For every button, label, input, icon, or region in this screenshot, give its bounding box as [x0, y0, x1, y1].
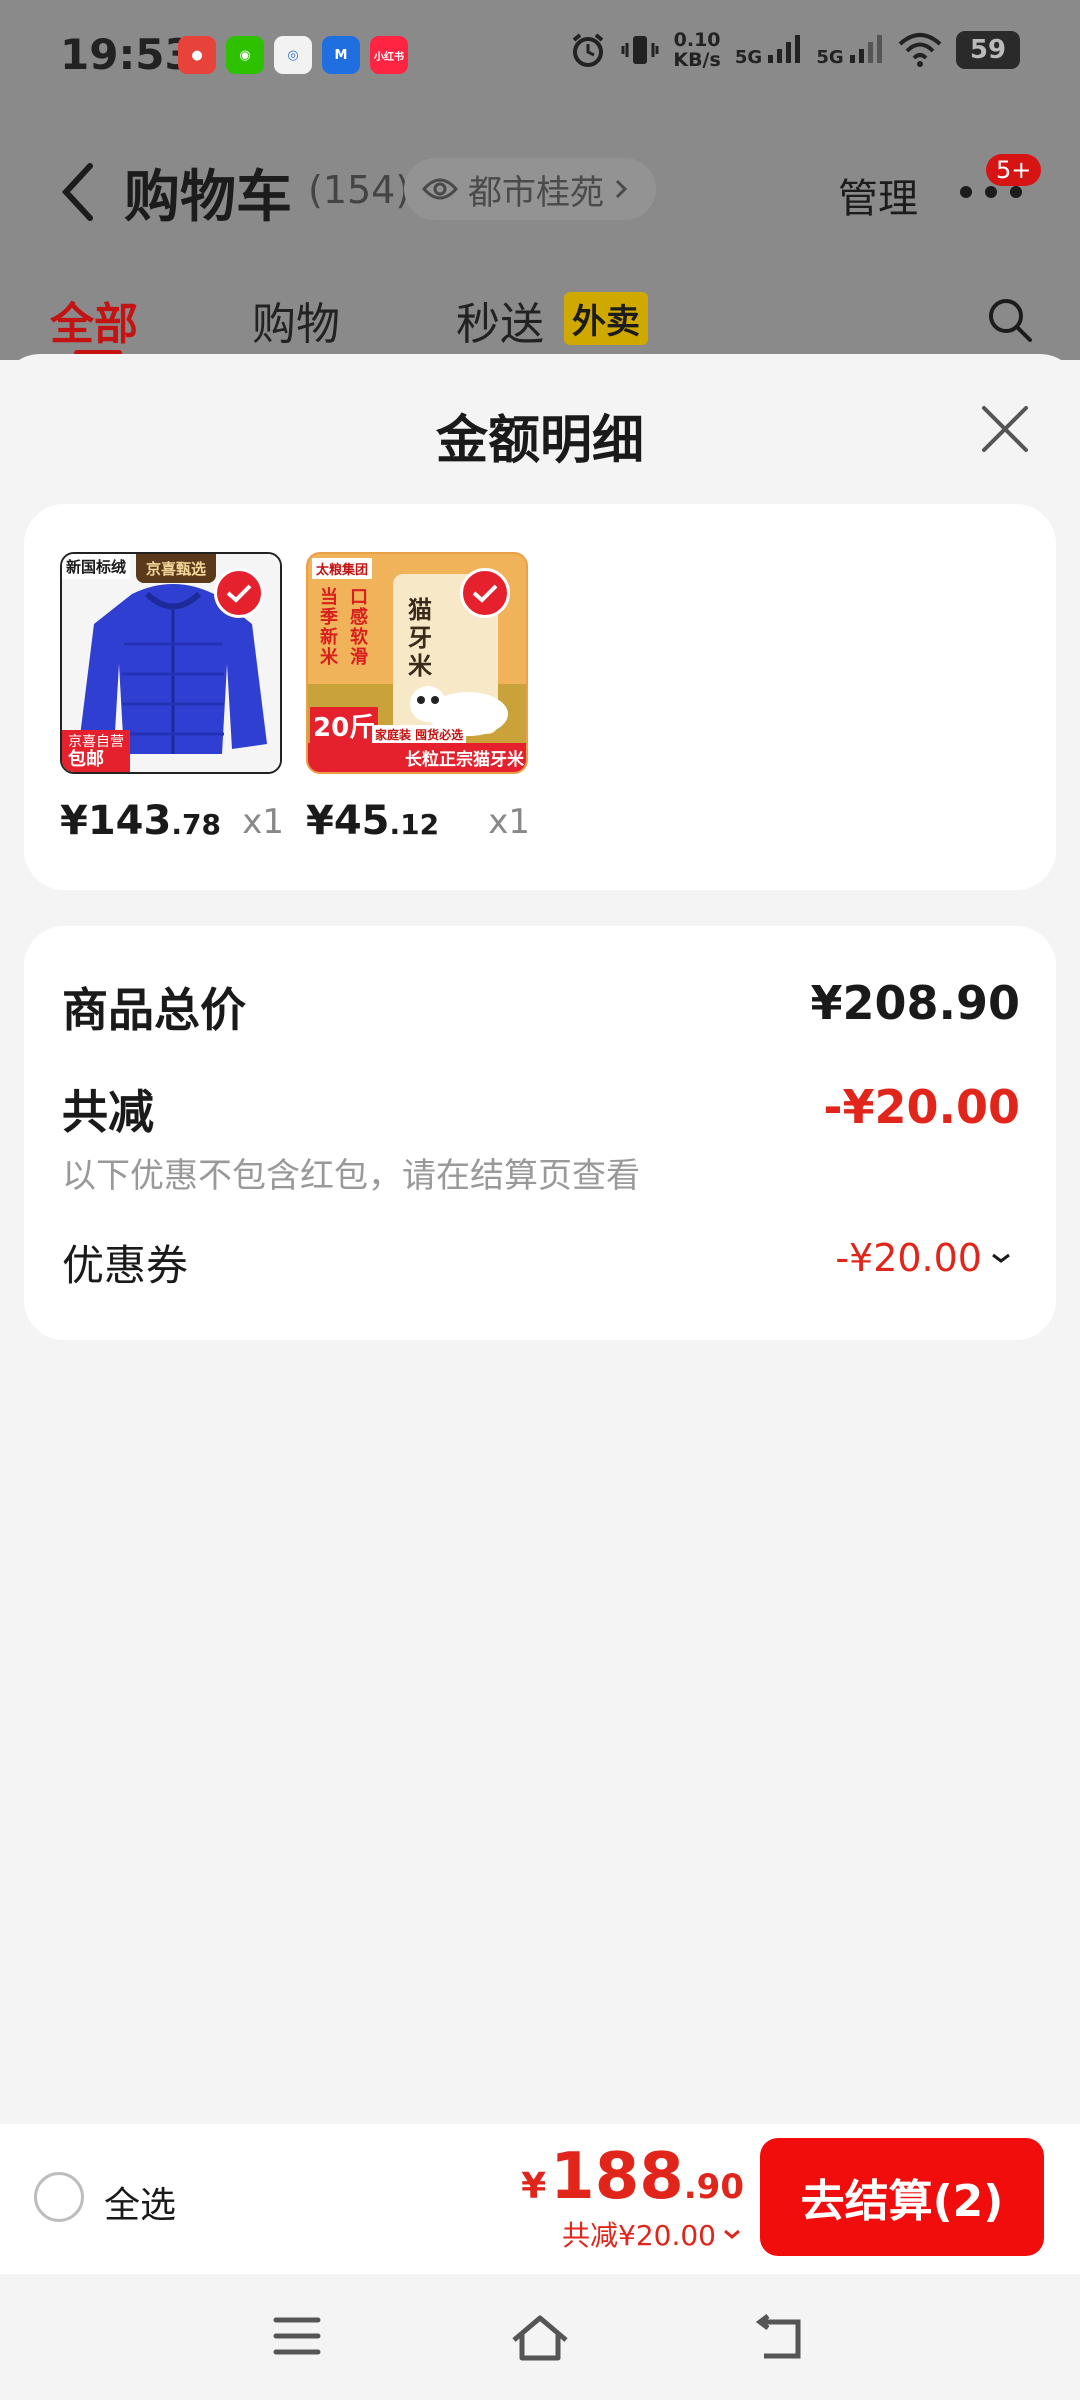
item-quantity: x1 [488, 802, 530, 842]
browser-app-icon: ◎ [274, 36, 312, 74]
chevron-down-icon [992, 1253, 1010, 1263]
selected-check-icon [460, 568, 510, 618]
product-image-jacket: 新国标绒 京喜甄选 京喜自营 包邮 [60, 552, 282, 774]
total-price-label: 商品总价 [62, 983, 246, 1037]
signal-bars-icon [768, 34, 801, 63]
select-all-radio[interactable] [34, 2172, 84, 2222]
reduction-value: -¥20.00 [823, 1080, 1020, 1134]
rice-text-1: 当季新米 [320, 587, 338, 668]
amount-detail-sheet: 金额明细 新国标绒 京喜甄选 京喜自营 包邮 ¥143.78 x1 太粮集团 当… [0, 354, 1080, 2124]
tab-all[interactable]: 全部 [50, 288, 138, 352]
reduction-label: 共减 [62, 1085, 154, 1139]
total-reduction-toggle[interactable]: 共减¥20.00 [562, 2214, 742, 2254]
tab-fast-delivery[interactable]: 秒送 [456, 288, 544, 352]
price-summary-card: 商品总价 ¥208.90 共减 -¥20.00 以下优惠不包含红包，请在结算页查… [24, 926, 1056, 1340]
rice-banner: 长粒正宗猫牙米 [308, 743, 526, 772]
wifi-icon [898, 33, 942, 67]
close-icon[interactable] [980, 404, 1030, 454]
cart-header: 购物车 (154) 都市桂苑 管理 5+ 全部 购物 秒送 外卖 [0, 110, 1080, 360]
back-icon[interactable] [754, 2314, 804, 2362]
takeout-tag: 外卖 [564, 292, 648, 345]
signal-1: 5G [735, 33, 803, 68]
manage-button[interactable]: 管理 [838, 166, 918, 224]
checkout-bar: 全选 ¥ 188 .90 共减¥20.00 去结算(2) [0, 2124, 1080, 2274]
total-price-value: ¥208.90 [810, 976, 1020, 1030]
vibrate-icon [621, 36, 659, 64]
payable-total: ¥ 188 .90 [521, 2140, 744, 2214]
chevron-right-icon [615, 179, 628, 199]
coupon-value-row[interactable]: -¥20.00 [835, 1236, 1012, 1280]
coupon-value: -¥20.00 [835, 1236, 982, 1280]
image-tag: 京喜甄选 [136, 554, 217, 583]
location-label: 都市桂苑 [468, 172, 604, 213]
brand-label: 太粮集团 [312, 558, 373, 579]
selected-items-card: 新国标绒 京喜甄选 京喜自营 包邮 ¥143.78 x1 太粮集团 当季新米 口… [24, 504, 1056, 890]
discount-note: 以下优惠不包含红包，请在结算页查看 [62, 1156, 640, 1196]
pinduoduo-app-icon: ● [178, 36, 216, 74]
notification-badge: 5+ [986, 154, 1042, 186]
net-speed: 0.10 KB/s [673, 29, 721, 71]
sheet-title: 金额明细 [435, 411, 644, 471]
rice-name: 猫牙米 [408, 596, 432, 680]
selected-check-icon [214, 568, 264, 618]
select-all-label[interactable]: 全选 [104, 2176, 176, 2228]
cart-item[interactable]: 太粮集团 当季新米 口感软滑 猫牙米 20斤 家庭装 囤货必选 长粒正宗猫牙米 … [306, 552, 530, 844]
battery-indicator: 59 [956, 31, 1020, 69]
rice-sub: 家庭装 囤货必选 [372, 725, 467, 744]
location-selector[interactable]: 都市桂苑 [404, 158, 656, 220]
image-label: 新国标绒 [62, 554, 131, 579]
wechat-app-icon: ◉ [226, 36, 264, 74]
item-quantity: x1 [242, 802, 284, 842]
coupon-label: 优惠券 [62, 1241, 189, 1290]
checkout-button[interactable]: 去结算(2) [760, 2138, 1044, 2256]
search-icon[interactable] [986, 296, 1034, 344]
chevron-down-icon [724, 2229, 740, 2239]
tab-shopping[interactable]: 购物 [252, 288, 340, 352]
signal-2: 5G [816, 33, 884, 68]
home-icon[interactable] [510, 2314, 570, 2362]
menu-icon[interactable] [272, 2314, 322, 2358]
xiaohongshu-app-icon: 小红书 [370, 36, 408, 74]
rice-text-2: 口感软滑 [350, 587, 368, 668]
cart-tabs: 全部 购物 秒送 外卖 [0, 288, 1080, 356]
product-image-rice: 太粮集团 当季新米 口感软滑 猫牙米 20斤 家庭装 囤货必选 长粒正宗猫牙米 [306, 552, 528, 774]
signal-bars-icon [850, 34, 882, 63]
status-indicators: 0.10 KB/s 5G 5G 59 [569, 30, 1020, 70]
map-app-icon: M [322, 36, 360, 74]
cart-count: (154) [308, 168, 411, 212]
more-button[interactable]: 5+ [958, 154, 1042, 210]
back-arrow-icon[interactable] [60, 162, 96, 222]
system-nav-bar [0, 2274, 1080, 2400]
item-price: ¥45.12 [306, 798, 440, 844]
page-title: 购物车 [124, 165, 292, 230]
status-time: 19:53 [60, 30, 194, 79]
item-price: ¥143.78 [60, 798, 221, 844]
image-tag-bottom: 京喜自营 包邮 [62, 730, 130, 772]
status-bar: 19:53 ● ◉ ◎ M 小红书 0.10 KB/s 5G 5G 59 [0, 0, 1080, 110]
cart-item[interactable]: 新国标绒 京喜甄选 京喜自营 包邮 ¥143.78 x1 [60, 552, 284, 844]
status-app-icons: ● ◉ ◎ M 小红书 [178, 36, 408, 74]
eye-icon [422, 178, 458, 200]
alarm-icon [573, 33, 604, 67]
rice-weight: 20斤 [310, 707, 379, 744]
